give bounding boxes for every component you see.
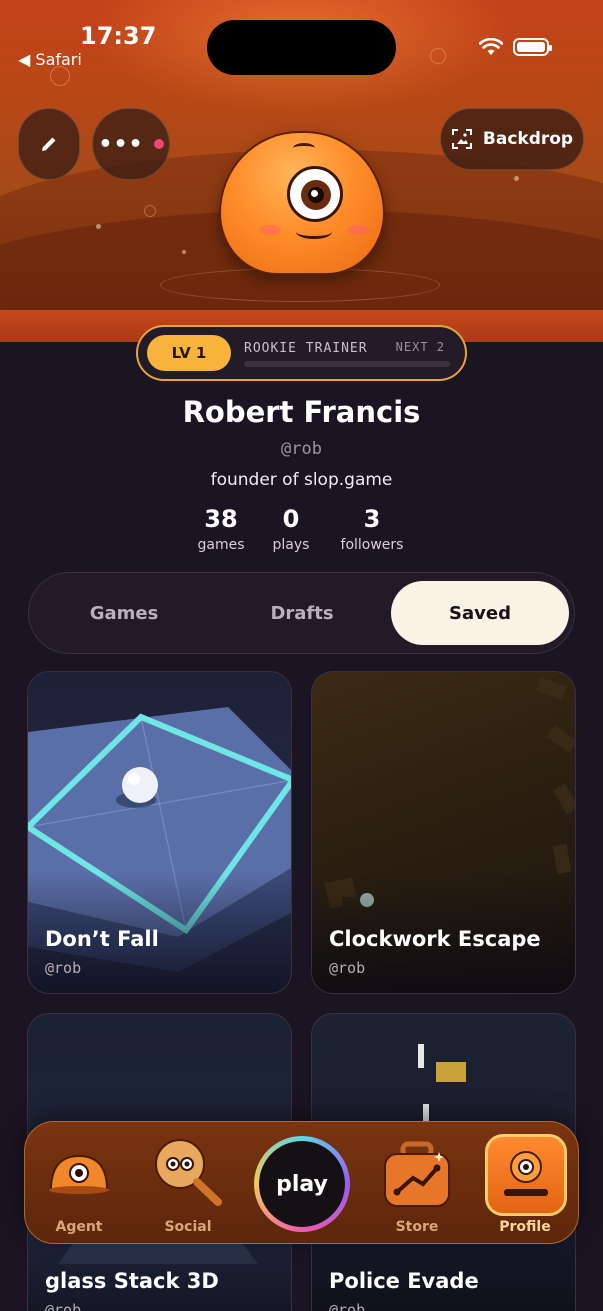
mascot-avatar[interactable] [219, 131, 385, 275]
rank-title: ROOKIE TRAINER [244, 341, 368, 356]
game-title: Don’t Fall [45, 927, 159, 951]
game-title: Police Evade [329, 1269, 479, 1293]
stat-games[interactable]: 38 games [190, 505, 252, 553]
back-to-app[interactable]: ◀ Safari [18, 50, 82, 69]
ellipsis-icon: ••• [98, 131, 144, 157]
game-title: glass Stack 3D [45, 1269, 219, 1293]
nav-agent[interactable]: Agent [29, 1122, 129, 1245]
magnifier-blob-icon [155, 1139, 222, 1206]
mascot-cheek [347, 225, 369, 235]
game-card[interactable]: Don’t Fall @rob [27, 671, 292, 994]
mascot-brow [293, 143, 315, 153]
tab-games[interactable]: Games [37, 581, 211, 645]
stat-value: 3 [363, 505, 381, 533]
mascot-mouth [296, 225, 332, 239]
pencil-icon [42, 137, 56, 151]
game-author: @rob [329, 959, 366, 977]
nav-label: Agent [55, 1219, 103, 1235]
tab-drafts[interactable]: Drafts [215, 581, 389, 645]
game-author: @rob [45, 1301, 82, 1311]
tab-saved[interactable]: Saved [391, 581, 569, 645]
notification-dot [153, 139, 164, 149]
backdrop-label: Backdrop [482, 129, 574, 149]
backdrop-button[interactable]: Backdrop [440, 108, 584, 170]
agent-blob-icon [49, 1154, 109, 1194]
game-author: @rob [329, 1301, 366, 1311]
nav-label: Social [164, 1219, 212, 1235]
bottom-navigation: Agent Social play Store Profile [24, 1121, 579, 1244]
profile-bio: founder of slop.game [210, 470, 393, 490]
sparkle-decoration [514, 176, 519, 181]
level-badge: LV 1 [147, 335, 231, 371]
bubble-decoration [50, 66, 70, 86]
more-options-button[interactable]: ••• [92, 108, 170, 180]
profile-handle: @rob [281, 439, 322, 459]
wifi-icon [479, 38, 503, 55]
status-time: 17:37 [80, 22, 157, 50]
dynamic-island [207, 20, 396, 75]
stat-plays[interactable]: 0 plays [262, 505, 320, 553]
edit-profile-button[interactable] [18, 108, 80, 180]
stat-label: followers [340, 537, 404, 553]
nav-label: Store [395, 1219, 439, 1235]
mascot-eye [287, 166, 343, 222]
game-card[interactable]: Clockwork Escape @rob [311, 671, 576, 994]
profile-tabs: Games Drafts Saved [28, 572, 575, 654]
xp-progress-bar [244, 361, 450, 367]
stat-label: plays [272, 537, 310, 553]
back-app-label: Safari [35, 50, 82, 69]
sparkle-decoration [182, 250, 186, 254]
game-title: Clockwork Escape [329, 927, 541, 951]
stat-value: 38 [204, 505, 238, 533]
profile-tile-icon [485, 1134, 567, 1216]
back-triangle-icon: ◀ [18, 50, 31, 69]
stat-label: games [197, 537, 245, 553]
bubble-decoration [144, 205, 156, 217]
nav-profile[interactable]: Profile [475, 1122, 575, 1245]
nav-social[interactable]: Social [138, 1122, 238, 1245]
next-level-label: NEXT 2 [395, 340, 445, 354]
level-progress-pill: LV 1 ROOKIE TRAINER NEXT 2 [136, 325, 467, 381]
profile-name: Robert Francis [182, 395, 421, 429]
game-author: @rob [45, 959, 82, 977]
image-frame-icon [451, 129, 472, 149]
play-button[interactable]: play [254, 1136, 350, 1232]
nav-label: Profile [499, 1219, 551, 1235]
mascot-cheek [259, 225, 281, 235]
nav-store[interactable]: Store [367, 1122, 467, 1245]
bubble-decoration [430, 48, 446, 64]
stat-followers[interactable]: 3 followers [332, 505, 412, 553]
sparkle-decoration [96, 224, 101, 229]
status-icons [479, 38, 552, 56]
play-label: play [259, 1141, 345, 1227]
suitcase-icon [384, 1141, 450, 1207]
stat-value: 0 [282, 505, 300, 533]
battery-icon [513, 38, 552, 56]
